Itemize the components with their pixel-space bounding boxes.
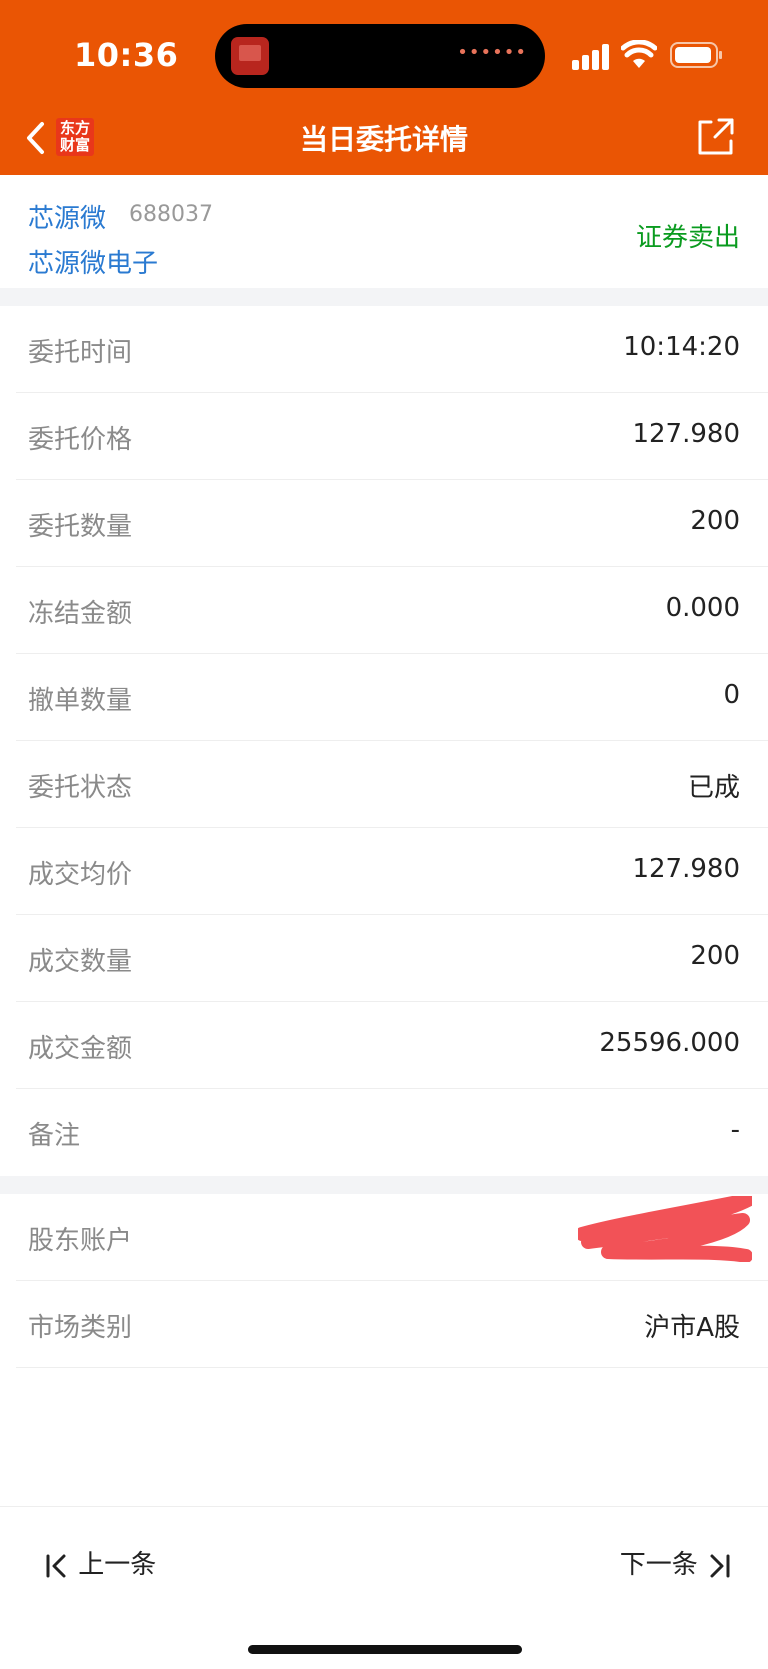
activity-dots-icon: ••••••	[457, 42, 527, 63]
row-value: 0	[723, 680, 740, 710]
next-button[interactable]: 下一条	[620, 1544, 732, 1581]
row-label: 股东账户	[28, 1226, 133, 1256]
stock-code: 688037	[129, 202, 213, 227]
row-value: 已成	[687, 773, 740, 803]
wifi-icon	[621, 40, 657, 68]
footer-divider	[0, 1506, 768, 1507]
detail-row-order-quantity: 委托数量 200	[0, 480, 768, 567]
redaction-scribble	[578, 1196, 752, 1262]
row-value: 沪市A股	[644, 1313, 740, 1343]
home-indicator[interactable]	[248, 1645, 522, 1654]
detail-row-remark: 备注 -	[0, 1089, 768, 1176]
row-value: -	[730, 1115, 740, 1145]
detail-row-frozen-amount: 冻结金额 0.000	[0, 567, 768, 654]
stock-full-name[interactable]: 芯源微电子	[28, 243, 158, 280]
row-label: 委托价格	[28, 425, 133, 455]
prev-button[interactable]: 上一条	[44, 1544, 156, 1581]
detail-row-cancel-quantity: 撤单数量 0	[0, 654, 768, 741]
prev-label: 上一条	[78, 1550, 157, 1580]
account-row-market-type: 市场类别 沪市A股	[0, 1281, 768, 1368]
detail-row-fill-quantity: 成交数量 200	[0, 915, 768, 1002]
row-label: 备注	[28, 1121, 81, 1151]
row-divider	[16, 1367, 768, 1368]
detail-row-order-status: 委托状态 已成	[0, 741, 768, 828]
detail-row-order-price: 委托价格 127.980	[0, 393, 768, 480]
row-value: 200	[690, 941, 740, 971]
row-label: 成交金额	[28, 1034, 133, 1064]
cellular-signal-icon	[572, 42, 612, 70]
row-label: 冻结金额	[28, 599, 133, 629]
section-divider	[0, 288, 768, 306]
first-chevron-icon	[46, 1554, 66, 1577]
row-value: 127.980	[632, 854, 740, 884]
row-label: 委托数量	[28, 512, 133, 542]
detail-row-order-time: 委托时间 10:14:20	[0, 306, 768, 393]
battery-icon	[670, 42, 722, 68]
detail-row-avg-fill-price: 成交均价 127.980	[0, 828, 768, 915]
last-chevron-icon	[710, 1554, 730, 1577]
trade-type-label: 证券卖出	[635, 223, 740, 253]
row-label: 成交均价	[28, 860, 133, 890]
row-label: 撤单数量	[28, 686, 133, 716]
share-icon[interactable]	[695, 117, 735, 157]
page-title: 当日委托详情	[299, 123, 468, 156]
row-label: 市场类别	[28, 1313, 133, 1343]
row-label: 委托状态	[28, 773, 133, 803]
row-value: 0.000	[665, 593, 740, 623]
dynamic-island: ••••••	[215, 24, 545, 88]
row-value: 25596.000	[599, 1028, 740, 1058]
status-time: 10:36	[74, 36, 179, 74]
row-label: 委托时间	[28, 338, 133, 368]
row-value: 127.980	[632, 419, 740, 449]
detail-row-fill-amount: 成交金额 25596.000	[0, 1002, 768, 1089]
stock-name[interactable]: 芯源微	[28, 198, 106, 235]
section-divider	[0, 1176, 768, 1194]
app-thumbnail-icon	[231, 37, 269, 75]
row-value: 200	[690, 506, 740, 536]
row-value: 10:14:20	[623, 332, 740, 362]
row-label: 成交数量	[28, 947, 133, 977]
next-label: 下一条	[619, 1550, 698, 1580]
